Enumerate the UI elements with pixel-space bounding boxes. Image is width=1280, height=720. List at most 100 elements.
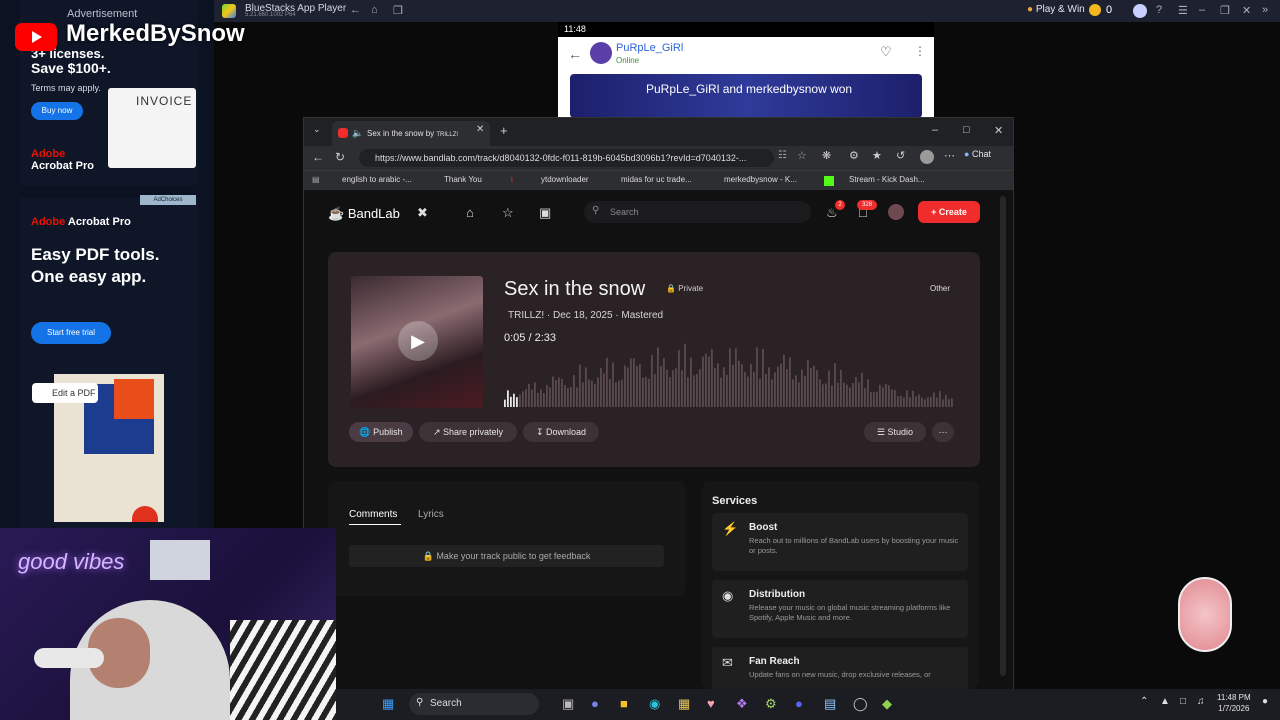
copilot-icon[interactable]: ❖ bbox=[736, 696, 748, 712]
more-options-icon[interactable]: ⋯ bbox=[944, 149, 955, 162]
history-icon[interactable]: ↺ bbox=[896, 149, 905, 162]
back-arrow-icon[interactable]: ← bbox=[568, 46, 582, 62]
publish-button[interactable]: 🌐 Publish bbox=[349, 422, 413, 442]
help-icon[interactable]: ? bbox=[1156, 4, 1162, 16]
waveform[interactable] bbox=[504, 342, 954, 407]
speaker-icon[interactable]: 🔈 bbox=[352, 121, 363, 146]
notifications-icon[interactable]: ● bbox=[1262, 696, 1268, 707]
bookmark-item[interactable]: Thank You bbox=[444, 175, 482, 184]
notepad-icon[interactable]: ▤ bbox=[824, 696, 836, 712]
start-menu-icon[interactable]: ▦ bbox=[382, 696, 394, 712]
tab-comments[interactable]: Comments bbox=[349, 509, 397, 520]
studio-button[interactable]: ☰ Studio bbox=[864, 422, 926, 442]
restore-icon[interactable]: ❐ bbox=[1220, 4, 1230, 17]
maximize-icon[interactable]: □ bbox=[963, 124, 970, 136]
app-icon[interactable]: ♥ bbox=[707, 696, 715, 711]
ad-start-trial-button[interactable]: Start free trial bbox=[31, 322, 111, 344]
bolt-icon: ⚡ bbox=[722, 521, 739, 536]
system-clock[interactable]: 11:48 PM 1/7/2026 bbox=[1217, 692, 1251, 714]
page-scrollbar[interactable] bbox=[1000, 196, 1006, 676]
teams-icon[interactable]: ● bbox=[591, 696, 599, 711]
ad-buy-button[interactable]: Buy now bbox=[31, 102, 83, 120]
bookmark-item[interactable]: i bbox=[511, 175, 513, 184]
edge-icon[interactable]: ◉ bbox=[649, 696, 660, 712]
message-icon: ✉ bbox=[722, 655, 733, 670]
tab-list-chevron-icon[interactable]: ⌄ bbox=[313, 124, 321, 135]
copilot-chat-button[interactable]: ● Chat bbox=[964, 149, 991, 159]
contact-name[interactable]: PuRpLe_GiRl bbox=[616, 42, 683, 54]
bookmark-item[interactable]: Stream - Kick Dash... bbox=[849, 175, 925, 184]
service-boost[interactable]: ⚡ Boost Reach out to millions of BandLab… bbox=[712, 513, 968, 571]
network-icon[interactable]: ▲ bbox=[1160, 696, 1170, 707]
share-privately-button[interactable]: ↗ Share privately bbox=[419, 422, 517, 442]
extensions-icon[interactable]: ❋ bbox=[822, 149, 831, 162]
contact-avatar[interactable] bbox=[590, 42, 612, 64]
play-button-icon[interactable]: ▶ bbox=[398, 321, 438, 361]
artist-name[interactable]: TRILLZ! bbox=[508, 310, 544, 321]
user-avatar[interactable] bbox=[888, 204, 904, 220]
refresh-icon[interactable]: ↻ bbox=[335, 150, 345, 164]
close-icon[interactable]: ✕ bbox=[994, 124, 1003, 137]
service-fan-reach[interactable]: ✉ Fan Reach Update fans on new music, dr… bbox=[712, 647, 968, 689]
apps-grid-icon[interactable]: ✖ bbox=[417, 205, 428, 221]
bluestacks-logo-icon bbox=[222, 4, 236, 18]
expand-icon[interactable]: » bbox=[1262, 4, 1268, 16]
task-view-icon[interactable]: ▣ bbox=[562, 696, 574, 712]
track-cover-art[interactable]: ▶ bbox=[351, 276, 483, 408]
play-win-button[interactable]: ● Play & Win bbox=[1027, 4, 1085, 15]
genre-tag[interactable]: Other bbox=[930, 284, 950, 293]
url-field[interactable]: https://www.bandlab.com/track/d8040132-0… bbox=[359, 149, 774, 167]
tab-close-icon[interactable]: ✕ bbox=[476, 124, 484, 135]
library-icon[interactable]: ▣ bbox=[539, 205, 551, 221]
download-button[interactable]: ↧ Download bbox=[523, 422, 599, 442]
store-icon[interactable]: ▦ bbox=[678, 696, 690, 712]
waveform-bar bbox=[513, 393, 515, 407]
ad-terms: Terms may apply. bbox=[31, 83, 101, 93]
bandlab-logo[interactable]: ☕ BandLab bbox=[328, 206, 400, 222]
favorites-icon[interactable]: ★ bbox=[872, 149, 882, 162]
file-explorer-icon[interactable]: ■ bbox=[620, 696, 628, 711]
tab-lyrics[interactable]: Lyrics bbox=[418, 509, 444, 520]
back-icon[interactable]: ← bbox=[312, 150, 324, 164]
multi-instance-icon[interactable]: ❐ bbox=[393, 4, 403, 17]
volume-icon[interactable]: ♫ bbox=[1197, 696, 1205, 707]
settings-icon[interactable]: ⚙ bbox=[765, 696, 777, 712]
bookmark-item[interactable]: ytdownloader bbox=[541, 175, 589, 184]
more-options-button[interactable]: ··· bbox=[932, 422, 954, 442]
tray-overflow-icon[interactable]: ⌃ bbox=[1140, 696, 1148, 707]
bookmark-item[interactable]: merkedbysnow - K... bbox=[724, 175, 797, 184]
back-arrow-icon[interactable]: ← bbox=[350, 4, 361, 16]
profile-avatar[interactable] bbox=[920, 150, 934, 164]
bookmark-item[interactable]: english to arabic -... bbox=[342, 175, 412, 184]
discord-icon[interactable]: ● bbox=[795, 696, 803, 711]
service-distribution[interactable]: ◉ Distribution Release your music on glo… bbox=[712, 580, 968, 638]
menu-icon[interactable]: ☰ bbox=[1178, 4, 1188, 17]
display-icon[interactable]: □ bbox=[1180, 696, 1186, 707]
adchoices-badge[interactable]: AdChoices bbox=[140, 195, 196, 205]
search-input[interactable]: Search bbox=[584, 201, 811, 223]
browser-tab[interactable]: 🔈 Sex in the snow by TRILLZ! bbox=[332, 121, 490, 146]
waveform-bar bbox=[660, 366, 662, 407]
kebab-menu-icon[interactable]: ⋮ bbox=[914, 44, 926, 58]
star-icon[interactable]: ☆ bbox=[502, 205, 514, 221]
profile-avatar[interactable] bbox=[1133, 4, 1147, 18]
kick-icon[interactable] bbox=[824, 176, 834, 186]
game-result-card[interactable] bbox=[570, 74, 922, 118]
create-button[interactable]: + Create bbox=[918, 201, 980, 223]
obs-icon[interactable]: ◯ bbox=[853, 696, 868, 712]
bluestacks-icon[interactable]: ◆ bbox=[882, 696, 892, 712]
close-icon[interactable]: ✕ bbox=[1242, 4, 1251, 17]
minimize-icon[interactable]: – bbox=[932, 124, 938, 136]
favorite-star-icon[interactable]: ☆ bbox=[797, 149, 807, 162]
home-icon[interactable]: ⌂ bbox=[466, 205, 474, 220]
new-tab-icon[interactable]: + bbox=[500, 123, 508, 138]
heart-icon[interactable]: ♡ bbox=[880, 44, 892, 60]
waveform-bar bbox=[663, 358, 665, 407]
bookmarks-menu-icon[interactable]: ▤ bbox=[312, 175, 320, 184]
extension-icon[interactable]: ⚙ bbox=[849, 149, 859, 162]
read-aloud-icon[interactable]: ☷ bbox=[778, 150, 787, 161]
taskbar-search[interactable]: Search bbox=[409, 693, 539, 715]
home-icon[interactable]: ⌂ bbox=[371, 4, 378, 16]
minimize-icon[interactable]: – bbox=[1199, 4, 1205, 16]
bookmark-item[interactable]: midas for uc trade... bbox=[621, 175, 692, 184]
